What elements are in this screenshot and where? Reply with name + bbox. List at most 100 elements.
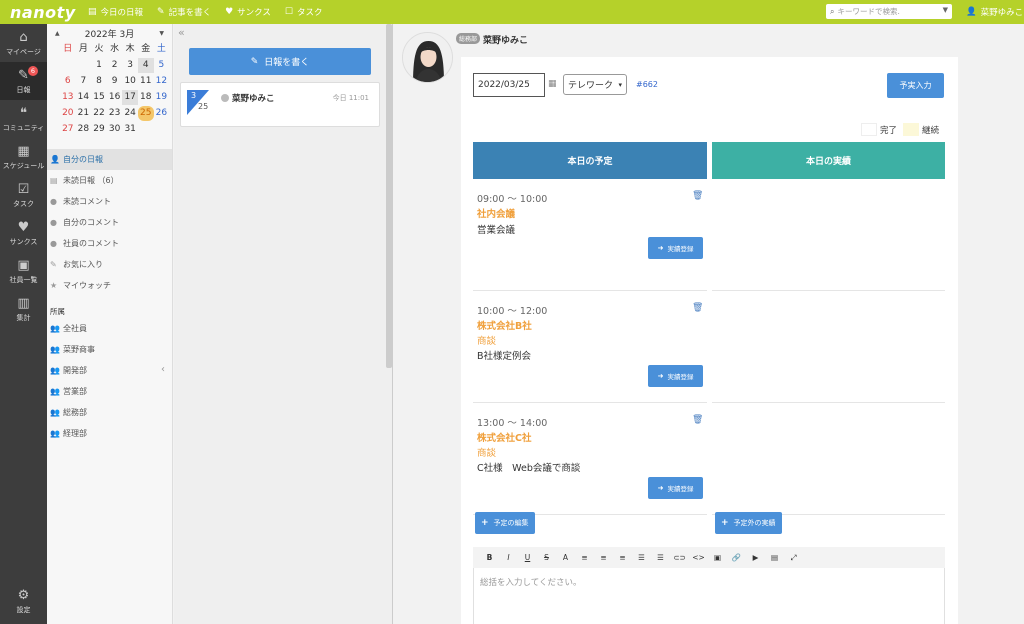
rail-item[interactable]: ☑ タスク	[0, 176, 47, 214]
calendar-day[interactable]: 10	[122, 74, 138, 89]
calendar-day[interactable]: 31	[122, 122, 138, 137]
add-unplanned-button[interactable]: + 予定外の実績	[715, 512, 782, 534]
calendar-day[interactable]: 7	[76, 74, 92, 89]
trash-icon[interactable]: 🗑	[692, 191, 703, 201]
calendar-day[interactable]: 30	[107, 122, 123, 137]
calendar-day[interactable]: 20	[60, 106, 76, 121]
calendar-day[interactable]: 24	[122, 106, 138, 121]
actual-cell[interactable]	[712, 179, 945, 291]
register-actual-button[interactable]: ➜ 実績登録	[648, 237, 703, 259]
calendar-day[interactable]: 14	[76, 90, 92, 105]
toolbar-button[interactable]: ≡	[575, 553, 594, 562]
rail-item[interactable]: ✎ 日報 6	[0, 62, 47, 100]
toolbar-button[interactable]: B	[480, 553, 499, 562]
menu-item[interactable]: ● 未読コメント	[47, 191, 172, 212]
calendar-day[interactable]: 25	[137, 106, 154, 121]
menu-item[interactable]: ● 自分のコメント	[47, 212, 172, 233]
calendar-day[interactable]: 16	[107, 90, 123, 105]
calendar-day[interactable]: 18	[138, 90, 154, 105]
menu-item[interactable]: 👤 自分の日報	[47, 149, 172, 170]
toolbar-button[interactable]: U	[518, 553, 537, 562]
next-month-icon[interactable]: ▼	[159, 30, 164, 37]
summary-editor[interactable]: 総括を入力してください。	[473, 568, 945, 624]
ref-link[interactable]: #662	[636, 80, 658, 89]
search-box[interactable]: ⌕ キーワードで検索. ▼	[826, 4, 952, 19]
calendar-day[interactable]: 3	[122, 58, 138, 73]
toolbar-button[interactable]: I	[499, 553, 518, 562]
top-nav-item[interactable]: ✎ 記事を書く	[157, 6, 211, 18]
toolbar-button[interactable]: S	[537, 553, 556, 562]
calendar-day[interactable]: 29	[91, 122, 107, 137]
top-nav-item[interactable]: ▤ 今日の日報	[88, 6, 143, 18]
actual-cell[interactable]	[712, 403, 945, 515]
menu-item[interactable]: ▤ 未読日報 （6）	[47, 170, 172, 191]
toolbar-button[interactable]: ☰	[632, 553, 651, 562]
menu-item[interactable]: ★ マイウォッチ	[47, 275, 172, 296]
rail-item[interactable]: ⌂ マイページ	[0, 24, 47, 62]
toolbar-button[interactable]: 🔗	[727, 553, 746, 562]
calendar-day[interactable]: 17	[122, 90, 138, 105]
calendar-day[interactable]: 15	[91, 90, 107, 105]
top-nav-item[interactable]: ♥ サンクス	[225, 6, 271, 18]
calendar-day[interactable]: 19	[154, 90, 170, 105]
toolbar-button[interactable]: A	[556, 553, 575, 562]
search-input[interactable]: キーワードで検索.	[837, 6, 899, 17]
toolbar-button[interactable]: ⤢	[784, 553, 803, 563]
group-item[interactable]: 👥 経理部	[47, 423, 172, 444]
date-input[interactable]: 2022/03/25	[473, 73, 545, 97]
write-report-button[interactable]: ✎ 日報を書く	[189, 48, 371, 75]
group-item[interactable]: 👥 菜野商事	[47, 339, 172, 360]
calendar-day[interactable]: 11	[138, 74, 154, 89]
toolbar-button[interactable]: ≡	[594, 553, 613, 562]
rail-item[interactable]: ▦ スケジュール	[0, 138, 47, 176]
register-actual-button[interactable]: ➜ 実績登録	[648, 477, 703, 499]
calendar-day[interactable]: 26	[154, 106, 170, 121]
group-item[interactable]: 👥 営業部	[47, 381, 172, 402]
calendar-day[interactable]: 2	[107, 58, 123, 73]
collapse-icon[interactable]: «	[178, 26, 185, 39]
rail-item[interactable]: ▣ 社員一覧	[0, 252, 47, 290]
toolbar-button[interactable]: ☰	[651, 553, 670, 562]
work-style-select[interactable]: テレワーク ▾	[563, 74, 627, 95]
trash-icon[interactable]: 🗑	[692, 303, 703, 313]
calendar-day[interactable]: 23	[107, 106, 123, 121]
group-item[interactable]: 👥 全社員	[47, 318, 172, 339]
toolbar-button[interactable]: ▤	[765, 553, 784, 562]
plan-actual-button[interactable]: 予実入力	[887, 73, 944, 98]
calendar-day[interactable]: 6	[60, 74, 76, 89]
calendar-day[interactable]: 4	[137, 58, 154, 73]
edit-plan-button[interactable]: + 予定の編集	[475, 512, 535, 534]
toolbar-button[interactable]: ⊂⊃	[670, 553, 689, 562]
rail-item-settings[interactable]: ⚙ 設定	[0, 582, 47, 620]
toolbar-button[interactable]: <>	[689, 553, 708, 562]
group-item[interactable]: 👥 総務部	[47, 402, 172, 423]
trash-icon[interactable]: 🗑	[692, 415, 703, 425]
calendar-day[interactable]: 22	[91, 106, 107, 121]
calendar-day[interactable]: 9	[107, 74, 123, 89]
prev-month-icon[interactable]: ▲	[55, 30, 60, 37]
calendar-day[interactable]: 1	[91, 58, 107, 73]
rail-item[interactable]: ❝ コミュニティ	[0, 100, 47, 138]
chevron-left-icon[interactable]: ‹	[161, 364, 165, 375]
calendar-icon[interactable]: ▦	[548, 79, 557, 89]
calendar-day[interactable]: 5	[154, 58, 170, 73]
calendar-day[interactable]: 21	[76, 106, 92, 121]
toolbar-button[interactable]: ▶	[746, 553, 765, 562]
rail-item[interactable]: ♥ サンクス	[0, 214, 47, 252]
user-menu[interactable]: 👤 菜野ゆみこ	[966, 6, 1023, 18]
menu-item[interactable]: ● 社員のコメント	[47, 233, 172, 254]
calendar-day[interactable]: 12	[154, 74, 170, 89]
calendar-day[interactable]: 27	[60, 122, 76, 137]
calendar-day[interactable]: 13	[60, 90, 76, 105]
register-actual-button[interactable]: ➜ 実績登録	[648, 365, 703, 387]
calendar-day[interactable]: 28	[76, 122, 92, 137]
calendar-day[interactable]: 8	[91, 74, 107, 89]
scrollbar[interactable]	[386, 24, 392, 368]
chevron-down-icon[interactable]: ▼	[943, 6, 948, 14]
app-logo[interactable]: nanoty	[10, 3, 76, 22]
menu-item[interactable]: ✎ お気に入り	[47, 254, 172, 275]
group-item[interactable]: 👥 開発部	[47, 360, 172, 381]
rail-item[interactable]: ▥ 集計	[0, 290, 47, 328]
top-nav-item[interactable]: ☐ タスク	[285, 6, 323, 18]
toolbar-button[interactable]: ▣	[708, 553, 727, 562]
